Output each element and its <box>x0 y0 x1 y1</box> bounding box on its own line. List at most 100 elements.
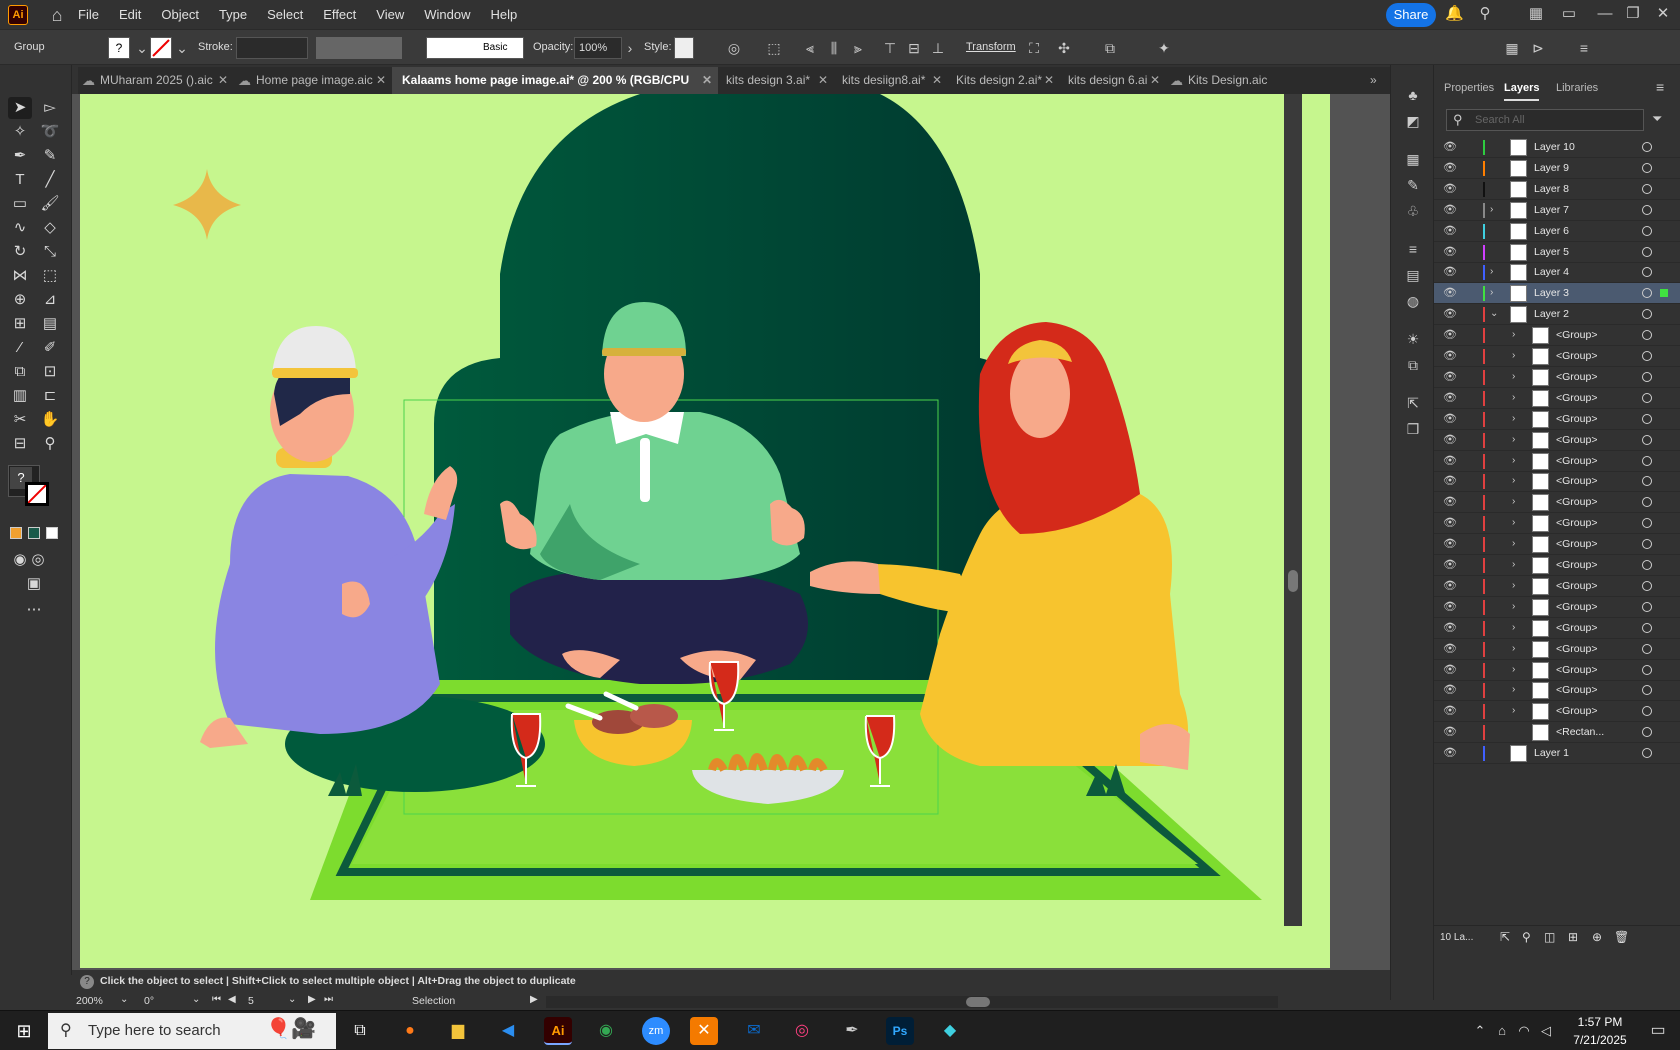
symbol-sprayer-tool-icon[interactable]: ⊡ <box>38 361 62 383</box>
close-window-icon[interactable]: ✕ <box>1654 5 1672 23</box>
graphic-styles-icon[interactable]: ☀ <box>1403 329 1423 349</box>
line-tool-icon[interactable]: ╱ <box>38 169 62 191</box>
menu-edit[interactable]: Edit <box>109 0 151 29</box>
layer-row[interactable]: 👁 › <Group> <box>1434 576 1680 597</box>
visibility-eye-icon[interactable]: 👁 <box>1442 474 1458 488</box>
direct-selection-tool-icon[interactable]: ▻ <box>38 97 62 119</box>
align-left-icon[interactable]: ⫷ <box>800 38 820 58</box>
target-circle-icon[interactable] <box>1642 330 1652 341</box>
measure-tool-icon[interactable]: ✐ <box>38 337 62 359</box>
layer-row[interactable]: 👁 › <Group> <box>1434 701 1680 723</box>
tab-muharam[interactable]: ☁ MUharam 2025 ().aic ✕ <box>78 67 234 94</box>
expand-chevron-icon[interactable]: › <box>1512 579 1515 593</box>
target-circle-icon[interactable] <box>1642 309 1652 320</box>
expand-chevron-icon[interactable]: › <box>1512 391 1515 405</box>
appearance-panel-icon[interactable]: ♣ <box>1403 85 1423 105</box>
target-circle-icon[interactable] <box>1642 413 1652 424</box>
arrange-documents-icon[interactable]: ▭ <box>1560 5 1578 23</box>
expand-chevron-icon[interactable]: › <box>1512 621 1515 635</box>
locate-object-icon[interactable]: ⚲ <box>1522 930 1531 944</box>
mesh-tool-icon[interactable]: ⊞ <box>8 313 32 335</box>
expand-chevron-icon[interactable]: › <box>1512 704 1515 718</box>
layer-row[interactable]: 👁 › <Group> <box>1434 346 1680 367</box>
tab-kalaams-home-page-image[interactable]: Kalaams home page image.ai* @ 200 % (RGB… <box>392 67 718 114</box>
minimize-icon[interactable]: — <box>1596 5 1614 23</box>
color-mode-icon[interactable] <box>10 527 22 539</box>
target-circle-icon[interactable] <box>1642 267 1652 278</box>
paintbrush-tool-icon[interactable]: 🖌 <box>38 193 62 215</box>
horizontal-scrollbar[interactable] <box>546 996 1278 1008</box>
target-circle-icon[interactable] <box>1642 392 1652 403</box>
tab-layers[interactable]: Layers <box>1504 75 1540 101</box>
next-artboard-icon[interactable]: ▶ <box>308 994 316 1005</box>
artboard-tool-icon[interactable]: ⊏ <box>38 385 62 407</box>
rectangle-tool-icon[interactable]: ▭ <box>8 193 32 215</box>
layer-row[interactable]: 👁 › <Group> <box>1434 534 1680 556</box>
expand-chevron-icon[interactable]: › <box>1512 370 1515 384</box>
zoom-icon[interactable]: zm <box>642 1017 670 1045</box>
visibility-eye-icon[interactable]: 👁 <box>1442 349 1458 363</box>
layer-row[interactable]: 👁 Layer 8 <box>1434 179 1680 200</box>
visibility-eye-icon[interactable]: 👁 <box>1442 683 1458 697</box>
lasso-tool-icon[interactable]: ➰ <box>38 121 62 143</box>
visibility-eye-icon[interactable]: 👁 <box>1442 579 1458 593</box>
expand-chevron-icon[interactable]: › <box>1512 558 1515 572</box>
visibility-eye-icon[interactable]: 👁 <box>1442 328 1458 342</box>
expand-chevron-icon[interactable]: › <box>1512 537 1515 551</box>
target-circle-icon[interactable] <box>1642 622 1652 633</box>
tab-kits-desiign8[interactable]: kits desiign8.ai* ✕ <box>834 67 948 94</box>
selection-indicator[interactable] <box>1660 289 1668 298</box>
blend-tool-icon[interactable]: ⧉ <box>8 361 32 383</box>
close-tab-icon[interactable]: ✕ <box>218 67 228 94</box>
last-artboard-icon[interactable]: ⏭ <box>324 994 333 1005</box>
opacity-arrow-icon[interactable]: › <box>620 38 640 58</box>
visibility-eye-icon[interactable]: 👁 <box>1442 245 1458 259</box>
none-mode-icon[interactable] <box>46 527 58 539</box>
layer-row[interactable]: 👁 › <Group> <box>1434 597 1680 618</box>
layer-row[interactable]: 👁 Layer 1 <box>1434 743 1680 765</box>
layer-row[interactable]: 👁 Layer 9 <box>1434 158 1680 179</box>
brush-definition-select[interactable]: Basic <box>426 37 524 59</box>
expand-chevron-icon[interactable]: › <box>1490 265 1493 279</box>
scale-tool-icon[interactable]: ⤡ <box>38 241 62 263</box>
expand-chevron-icon[interactable]: › <box>1512 516 1515 530</box>
target-circle-icon[interactable] <box>1642 643 1652 654</box>
target-circle-icon[interactable] <box>1642 706 1652 717</box>
menu-effect[interactable]: Effect <box>313 0 366 29</box>
photoshop-icon[interactable]: Ps <box>886 1017 914 1045</box>
collect-export-icon[interactable]: ⇱ <box>1500 930 1510 944</box>
taskbar-time[interactable]: 1:57 PM <box>1560 1015 1640 1029</box>
control-menu-icon[interactable]: ≡ <box>1574 38 1594 58</box>
firefox-icon[interactable]: ● <box>396 1017 424 1045</box>
visibility-eye-icon[interactable]: 👁 <box>1442 621 1458 635</box>
expand-chevron-icon[interactable]: › <box>1490 203 1493 217</box>
canvas-area[interactable] <box>72 94 1390 970</box>
close-tab-icon[interactable]: ✕ <box>1044 67 1054 94</box>
target-circle-icon[interactable] <box>1642 183 1652 194</box>
vertical-scroll-thumb[interactable] <box>1288 570 1298 592</box>
layer-row[interactable]: 👁 › Layer 4 <box>1434 262 1680 284</box>
tray-volume-icon[interactable]: ◁ <box>1532 1017 1560 1045</box>
horizontal-scroll-thumb[interactable] <box>966 997 990 1007</box>
chrome-icon[interactable]: ◉ <box>592 1017 620 1045</box>
search-icon[interactable]: ⚲ <box>1476 5 1494 23</box>
target-circle-icon[interactable] <box>1642 580 1652 591</box>
more-tabs-icon[interactable]: » <box>1364 67 1390 94</box>
task-view-icon[interactable]: ⧉ <box>346 1017 374 1045</box>
close-tab-icon[interactable]: ✕ <box>376 67 386 94</box>
layer-row[interactable]: 👁 › <Group> <box>1434 639 1680 660</box>
visibility-eye-icon[interactable]: 👁 <box>1442 433 1458 447</box>
type-tool-icon[interactable]: T <box>8 169 32 191</box>
stroke-weight-input[interactable] <box>236 37 308 59</box>
close-tab-icon[interactable]: ✕ <box>818 67 828 94</box>
layer-row[interactable]: 👁 Layer 10 <box>1434 137 1680 158</box>
expand-chevron-icon[interactable]: › <box>1512 683 1515 697</box>
envelope-distort-icon[interactable]: ⧉ <box>1100 38 1120 58</box>
restore-icon[interactable]: ❐ <box>1624 5 1642 23</box>
visibility-eye-icon[interactable]: 👁 <box>1442 725 1458 739</box>
xampp-icon[interactable]: ✕ <box>690 1017 718 1045</box>
target-circle-icon[interactable] <box>1642 476 1652 487</box>
visibility-eye-icon[interactable]: 👁 <box>1442 286 1458 300</box>
graphic-style-swatch[interactable] <box>674 37 694 59</box>
screen-mode-icon[interactable]: ▣ <box>22 573 46 595</box>
